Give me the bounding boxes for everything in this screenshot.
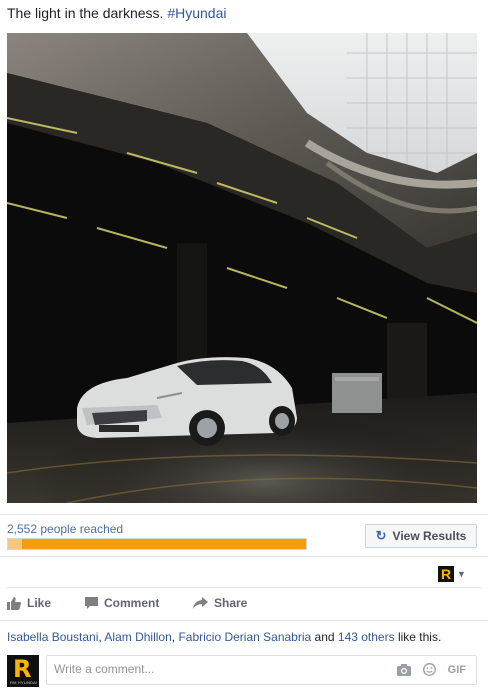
- view-results-label: View Results: [392, 529, 467, 543]
- liker-name[interactable]: Alam Dhillon: [104, 630, 171, 644]
- reach-progress-fill: [8, 539, 306, 549]
- likes-suffix: like this.: [397, 630, 442, 644]
- reach-progress-bar: [7, 538, 307, 550]
- comment-input-box[interactable]: GIF: [46, 655, 477, 685]
- post-text: The light in the darkness.: [7, 5, 164, 21]
- liker-name[interactable]: Fabricio Derian Sanabria: [178, 630, 311, 644]
- reach-progress-start: [8, 539, 22, 549]
- post-photo[interactable]: [7, 33, 477, 503]
- liker-name[interactable]: Isabella Boustani: [7, 630, 98, 644]
- camera-icon[interactable]: [396, 663, 411, 676]
- like-label: Like: [27, 596, 52, 610]
- comment-attachments: GIF: [396, 663, 466, 676]
- post-actions: Like Comment Share: [7, 596, 247, 610]
- comment-bubble-icon: [85, 597, 98, 609]
- share-button[interactable]: Share: [193, 596, 247, 610]
- share-label: Share: [214, 596, 248, 610]
- divider: [0, 620, 488, 621]
- like-button[interactable]: Like: [7, 596, 85, 610]
- refresh-icon: ↻: [375, 528, 387, 543]
- comment-input[interactable]: [54, 662, 374, 676]
- likers-others-link[interactable]: 143 others: [338, 630, 395, 644]
- divider: [0, 556, 488, 557]
- gif-button[interactable]: GIF: [448, 664, 466, 676]
- garage-car-image: [7, 33, 477, 503]
- view-results-button[interactable]: ↻ View Results: [365, 524, 477, 548]
- chevron-down-icon: ▼: [457, 569, 466, 579]
- page-identity-switcher[interactable]: R ▼: [438, 566, 466, 582]
- likes-summary: Isabella Boustani, Alam Dhillon, Fabrici…: [7, 630, 442, 644]
- comment-label: Comment: [104, 596, 160, 610]
- page-logo-icon: R: [438, 566, 454, 582]
- share-arrow-icon: [193, 597, 208, 609]
- hashtag-link[interactable]: #Hyundai: [167, 5, 226, 21]
- post-message: The light in the darkness. #Hyundai: [7, 4, 226, 22]
- comment-button[interactable]: Comment: [85, 596, 193, 610]
- divider: [0, 514, 488, 515]
- emoji-icon[interactable]: [422, 663, 436, 676]
- people-reached-link[interactable]: 2,552 people reached: [7, 522, 123, 536]
- divider: [7, 587, 481, 588]
- avatar[interactable]: R RM HYUNDAI: [7, 655, 39, 687]
- thumbs-up-icon: [7, 596, 21, 610]
